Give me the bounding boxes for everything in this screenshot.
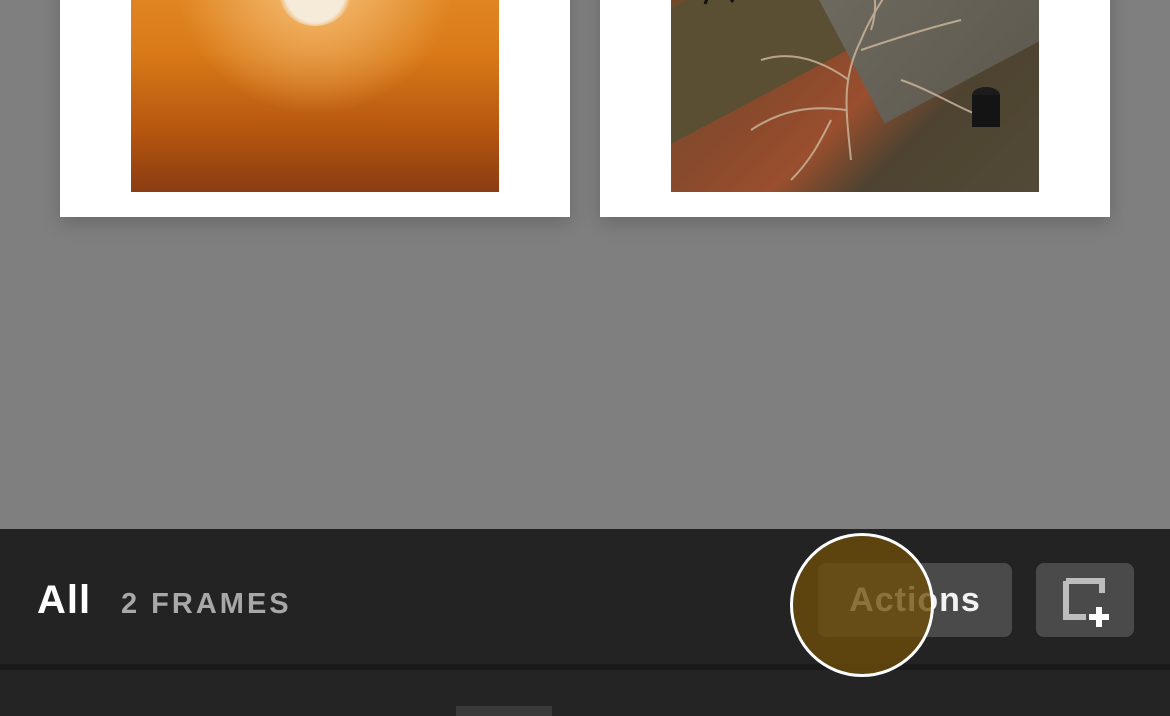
bottom-panel: [0, 670, 1170, 716]
frame-card-lamp[interactable]: [60, 0, 570, 217]
add-frame-button[interactable]: [1036, 563, 1134, 637]
actions-button[interactable]: Actions: [818, 563, 1012, 637]
collection-title: All: [37, 578, 92, 622]
frame-card-street[interactable]: [600, 0, 1110, 217]
lamp-glow: [279, 0, 351, 26]
panel-tab[interactable]: [456, 706, 552, 716]
tree-branches: [703, 0, 1000, 181]
lamp-photo: [131, 0, 499, 192]
add-frame-icon: [1063, 578, 1109, 627]
street-photo: [671, 0, 1039, 192]
frame-count: 2 FRAMES: [121, 588, 292, 620]
canvas-area[interactable]: [0, 0, 1170, 529]
